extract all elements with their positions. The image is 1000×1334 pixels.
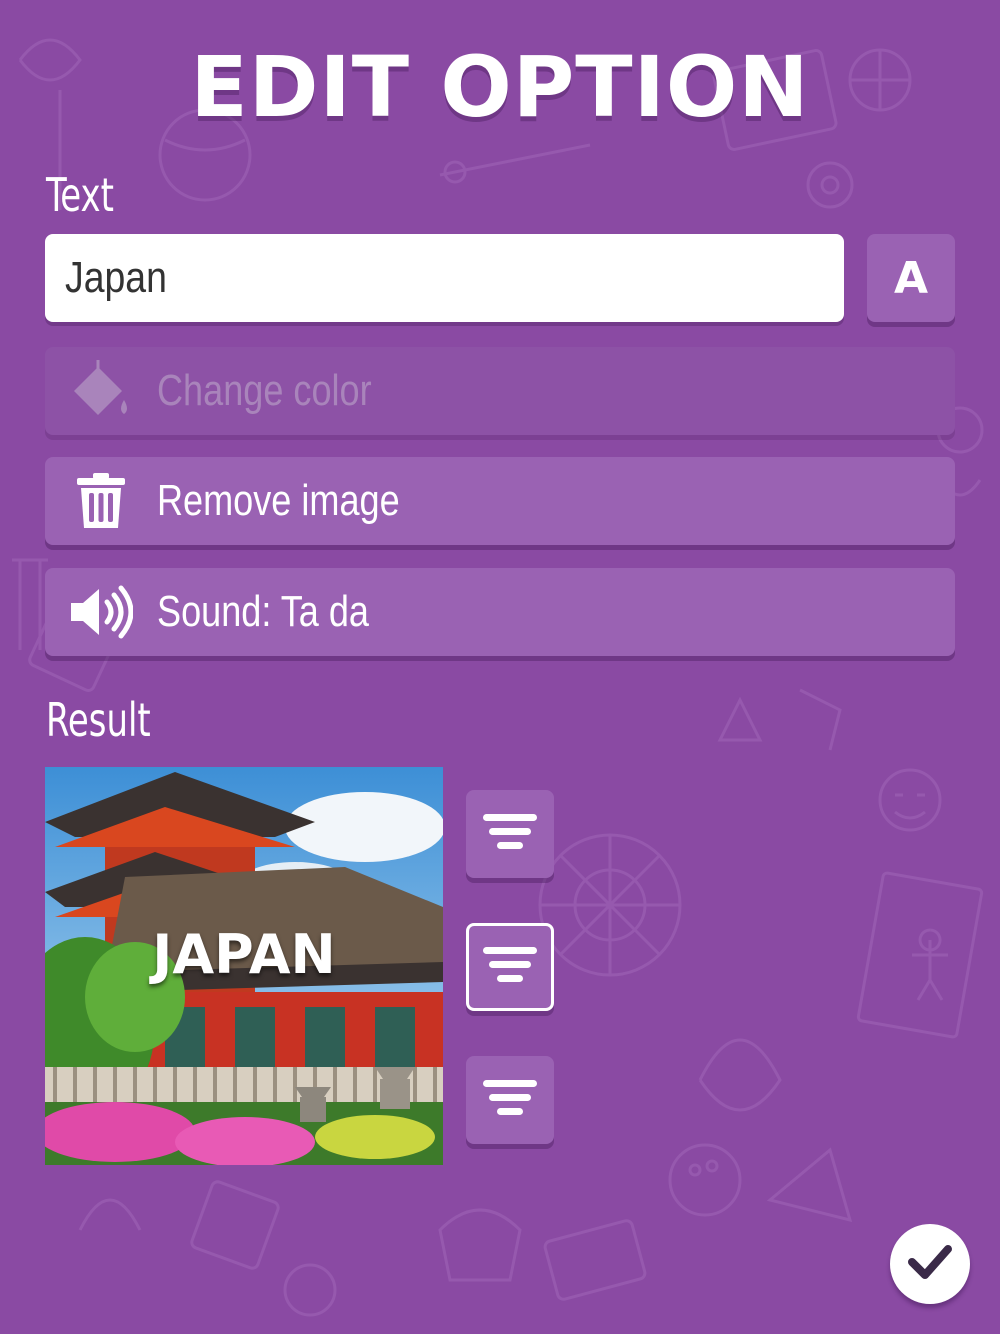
sound-label: Sound: Ta da xyxy=(157,587,369,636)
align-top-icon xyxy=(481,812,539,857)
align-middle-button[interactable] xyxy=(466,923,554,1011)
confirm-button[interactable] xyxy=(890,1224,970,1304)
result-caption: JAPAN xyxy=(152,923,336,986)
font-button[interactable]: A xyxy=(867,234,955,322)
change-color-label: Change color xyxy=(157,366,372,415)
font-icon: A xyxy=(893,252,929,304)
page-title: EDIT OPTION xyxy=(190,38,810,136)
remove-image-label: Remove image xyxy=(157,476,400,525)
result-section-label: Result xyxy=(46,693,151,747)
align-bottom-button[interactable] xyxy=(466,1056,554,1144)
remove-image-button[interactable]: Remove image xyxy=(45,457,955,545)
align-top-button[interactable] xyxy=(466,790,554,878)
change-color-button[interactable]: Change color xyxy=(45,347,955,435)
paint-bucket-icon xyxy=(45,358,157,424)
align-bottom-icon xyxy=(481,1078,539,1123)
trash-icon xyxy=(45,472,157,530)
result-preview: JAPAN xyxy=(45,767,443,1165)
option-text-input[interactable]: Japan xyxy=(45,234,844,322)
speaker-icon xyxy=(45,585,157,639)
check-icon xyxy=(906,1242,954,1287)
align-middle-icon xyxy=(481,945,539,990)
text-section-label: Text xyxy=(46,168,114,222)
option-text-value: Japan xyxy=(65,253,167,302)
sound-button[interactable]: Sound: Ta da xyxy=(45,568,955,656)
